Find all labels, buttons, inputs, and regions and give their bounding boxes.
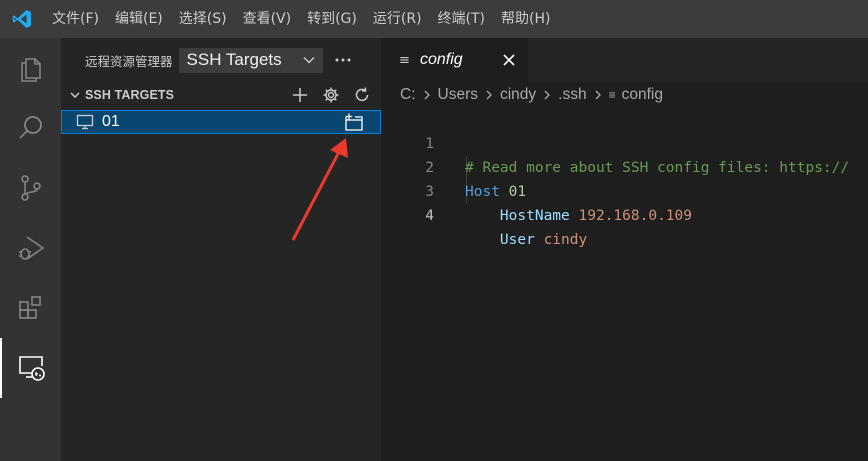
menu-view[interactable]: 查看(V) xyxy=(235,0,300,38)
ssh-targets-section-header[interactable]: SSH TARGETS xyxy=(61,82,381,108)
section-title: SSH TARGETS xyxy=(85,88,175,102)
menu-file[interactable]: 文件(F) xyxy=(44,0,107,38)
remote-type-select[interactable]: SSH Targets xyxy=(178,47,323,73)
menu-go[interactable]: 转到(G) xyxy=(299,0,365,38)
remote-explorer-sidebar: 远程资源管理器 SSH Targets SSH TARGETS 01 xyxy=(61,38,381,461)
editor-area: ≡ config C: Users cindy .ssh ≡ config 1 … xyxy=(381,38,868,461)
code-key: User xyxy=(499,232,535,248)
close-icon[interactable] xyxy=(500,51,518,69)
menu-bar: 文件(F) 编辑(E) 选择(S) 查看(V) 转到(G) 运行(R) 终端(T… xyxy=(0,0,868,38)
chevron-down-icon xyxy=(303,57,315,64)
tab-label: config xyxy=(420,51,463,68)
source-control-icon[interactable] xyxy=(0,158,61,218)
menu-selection[interactable]: 选择(S) xyxy=(171,0,235,38)
run-debug-icon[interactable] xyxy=(0,218,61,278)
code-line: 4 User cindy xyxy=(381,180,868,248)
more-actions-icon[interactable] xyxy=(333,50,353,70)
tab-config[interactable]: ≡ config xyxy=(381,38,528,82)
breadcrumb: C: Users cindy .ssh ≡ config xyxy=(381,82,868,108)
code-line: 1 # Read more about SSH config files: ht… xyxy=(381,108,868,176)
chevron-right-icon xyxy=(542,89,552,101)
breadcrumb-ssh[interactable]: .ssh xyxy=(558,86,586,104)
file-lines-icon: ≡ xyxy=(608,88,616,102)
ssh-target-label: 01 xyxy=(102,113,120,130)
extensions-icon[interactable] xyxy=(0,278,61,338)
breadcrumb-user[interactable]: cindy xyxy=(500,86,536,104)
line-number: 4 xyxy=(425,208,434,224)
breadcrumb-drive[interactable]: C: xyxy=(400,86,416,104)
open-in-new-window-icon[interactable] xyxy=(342,111,364,133)
code-value: 192.168.0.109 xyxy=(578,208,693,224)
refresh-icon[interactable] xyxy=(351,84,373,106)
code-line: 2 Host 01 xyxy=(381,132,868,200)
explorer-icon[interactable] xyxy=(0,38,61,98)
add-icon[interactable] xyxy=(289,84,311,106)
remote-type-value: SSH Targets xyxy=(186,50,282,69)
remote-explorer-icon[interactable] xyxy=(0,338,61,398)
chevron-right-icon xyxy=(422,89,432,101)
chevron-down-icon[interactable] xyxy=(67,87,83,103)
code-key: HostName xyxy=(499,208,570,224)
code-value: cindy xyxy=(543,232,588,248)
gear-icon[interactable] xyxy=(320,84,342,106)
editor-tabs: ≡ config xyxy=(381,38,868,82)
search-icon[interactable] xyxy=(0,98,61,158)
sidebar-header: 远程资源管理器 SSH Targets xyxy=(61,38,381,82)
activity-bar xyxy=(0,38,61,461)
menu-terminal[interactable]: 终端(T) xyxy=(430,0,493,38)
menu-run[interactable]: 运行(R) xyxy=(365,0,430,38)
vscode-logo-icon xyxy=(0,0,44,38)
file-lines-icon: ≡ xyxy=(399,52,410,68)
ssh-target-item[interactable]: 01 xyxy=(61,110,381,134)
menu-help[interactable]: 帮助(H) xyxy=(493,0,558,38)
breadcrumb-file[interactable]: config xyxy=(622,86,663,104)
code-editor[interactable]: 1 # Read more about SSH config files: ht… xyxy=(381,108,868,248)
sidebar-title: 远程资源管理器 xyxy=(85,53,173,69)
chevron-right-icon xyxy=(484,89,494,101)
breadcrumb-users[interactable]: Users xyxy=(438,86,478,104)
monitor-icon xyxy=(76,113,94,131)
menu-edit[interactable]: 编辑(E) xyxy=(107,0,171,38)
chevron-right-icon xyxy=(593,89,603,101)
code-line: 3 HostName 192.168.0.109 xyxy=(381,156,868,224)
